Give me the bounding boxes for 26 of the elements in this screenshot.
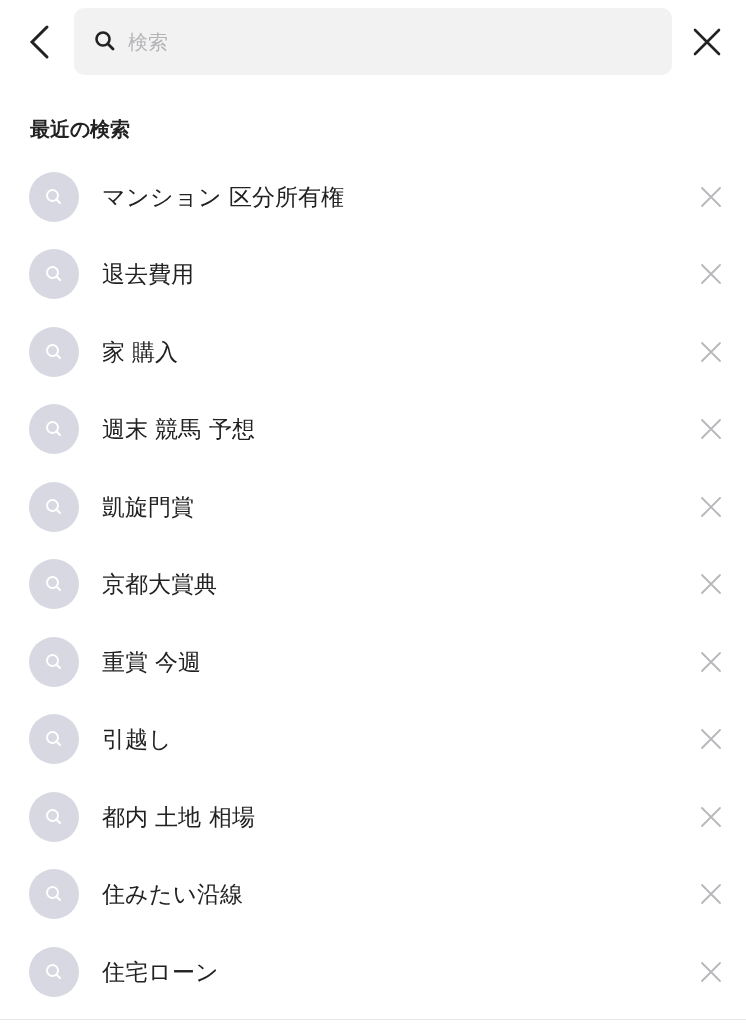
recent-search-item[interactable]: 京都大賞典 [102, 567, 698, 602]
recent-search-item[interactable]: 住宅ローン [102, 954, 698, 989]
recent-search-item[interactable]: 住みたい沿線 [102, 877, 698, 912]
recent-search-item[interactable]: 重賞 今週 [102, 644, 698, 679]
search-icon [29, 636, 79, 687]
recent-search-item[interactable]: 凱旋門賞 [102, 489, 698, 524]
close-icon[interactable] [692, 26, 722, 57]
recent-search-item[interactable]: 退去費用 [102, 257, 698, 292]
search-icon [29, 404, 79, 455]
recent-search-item[interactable]: マンション 区分所有権 [102, 179, 698, 214]
search-icon [29, 946, 79, 997]
search-icon [29, 249, 79, 300]
search-icon [29, 481, 79, 532]
recent-search-item[interactable]: 家 購入 [102, 334, 698, 369]
recent-search-item[interactable]: 週末 競馬 予想 [102, 412, 698, 447]
search-icon [29, 714, 79, 765]
search-icon [29, 326, 79, 377]
back-icon[interactable] [27, 23, 51, 60]
recent-search-item[interactable]: 引越し [102, 722, 698, 757]
search-icon [29, 869, 79, 920]
search-field[interactable]: 検索 [74, 8, 672, 75]
section-title: 最近の検索 [30, 116, 131, 143]
search-icon [29, 171, 79, 222]
search-icon [29, 559, 79, 610]
recent-search-item[interactable]: 都内 土地 相場 [102, 799, 698, 834]
search-icon [29, 791, 79, 842]
